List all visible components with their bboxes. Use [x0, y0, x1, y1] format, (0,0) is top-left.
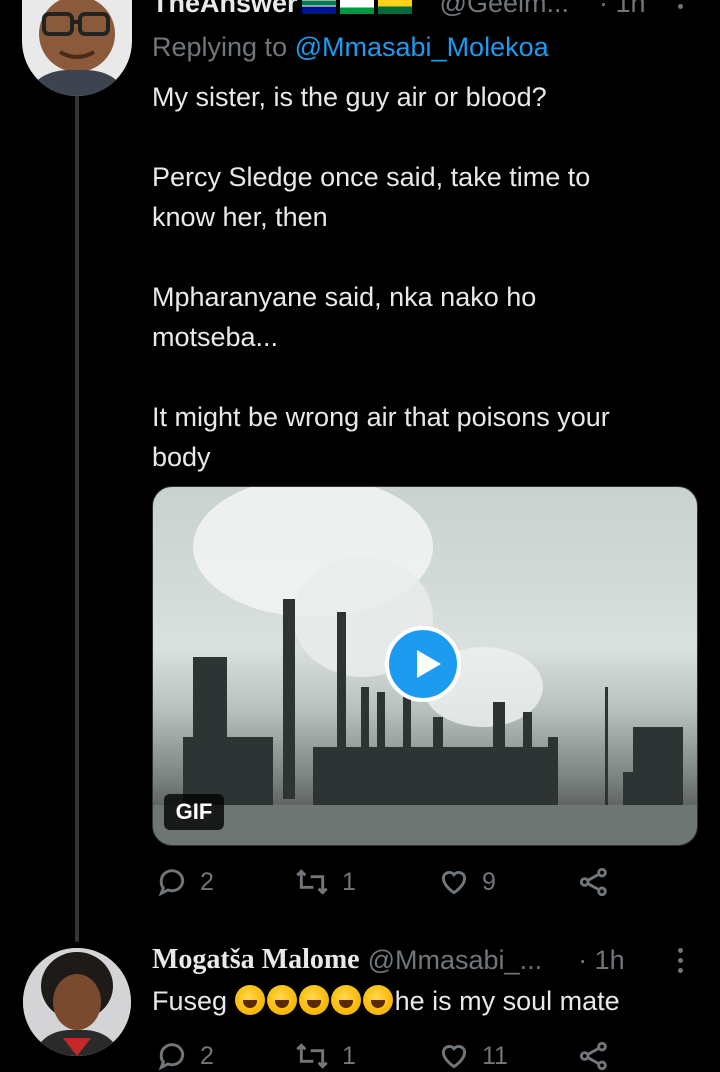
heart-icon [441, 1044, 467, 1069]
rolling-laughing-emoji-icon [298, 985, 329, 1015]
handle[interactable]: @Geelm... [440, 0, 569, 19]
avatar-photo [23, 948, 131, 1056]
reply-button[interactable]: 2 [156, 1040, 214, 1072]
tweet-text-suffix: he is my soul mate [394, 986, 620, 1016]
timestamp[interactable]: · 1h [578, 945, 625, 976]
replying-to-mention[interactable]: @Mmasabi_Molekoa [295, 32, 549, 62]
avatar-illustration [27, 0, 127, 96]
tweet-text: Fuseg he is my soul mate [152, 981, 620, 1021]
rolling-laughing-emoji-icon [330, 985, 361, 1015]
gh-flag-icon [377, 0, 412, 14]
rolling-laughing-emoji-icon [266, 985, 297, 1015]
more-options-icon[interactable] [678, 948, 684, 978]
ls-flag-icon [339, 0, 374, 14]
timestamp[interactable]: · 1h [599, 0, 646, 19]
reply-count: 2 [200, 1041, 214, 1070]
heart-icon [441, 870, 467, 895]
share-icon [579, 867, 607, 897]
rolling-laughing-emoji-icon [234, 985, 265, 1015]
avatar[interactable] [23, 948, 131, 1056]
gif-badge: GIF [164, 794, 224, 830]
tweet-text: My sister, is the guy air or blood? Perc… [152, 82, 610, 472]
retweet-icon [296, 1043, 328, 1069]
more-options-icon[interactable] [678, 0, 684, 14]
reply-button[interactable]: 2 [156, 866, 214, 898]
emoji-row [234, 985, 395, 1016]
thread-line [75, 92, 79, 942]
tweet-text-prefix: Fuseg [152, 986, 228, 1016]
reply-count: 2 [200, 867, 214, 896]
reply-icon [158, 869, 185, 897]
tweet-header: TheAnswer @Geelm... · 1h [152, 0, 646, 20]
share-button[interactable] [578, 1040, 610, 1072]
tweet-header: Mogatša Malome @Mmasabi_... · 1h [152, 942, 625, 978]
handle[interactable]: @Mmasabi_... [368, 945, 542, 976]
like-button[interactable]: 9 [438, 866, 496, 898]
share-button[interactable] [578, 866, 610, 898]
retweet-count: 1 [342, 1041, 356, 1070]
replying-to-label: Replying to [152, 32, 288, 62]
replying-to-line: Replying to @Mmasabi_Molekoa [152, 32, 549, 63]
display-name[interactable]: Mogatša Malome [152, 944, 360, 976]
retweet-button[interactable]: 1 [294, 866, 356, 898]
retweet-button[interactable]: 1 [294, 1040, 356, 1072]
retweet-count: 1 [342, 867, 356, 896]
display-name[interactable]: TheAnswer [152, 0, 298, 19]
like-button[interactable]: 11 [438, 1040, 508, 1072]
reply-icon [158, 1043, 185, 1071]
like-count: 9 [482, 867, 496, 896]
za-flag-icon [301, 0, 336, 14]
rolling-laughing-emoji-icon [362, 985, 393, 1015]
play-button[interactable] [385, 626, 461, 702]
retweet-icon [296, 869, 328, 895]
share-icon [579, 1041, 607, 1071]
like-count: 11 [482, 1041, 508, 1070]
avatar[interactable] [22, 0, 132, 96]
